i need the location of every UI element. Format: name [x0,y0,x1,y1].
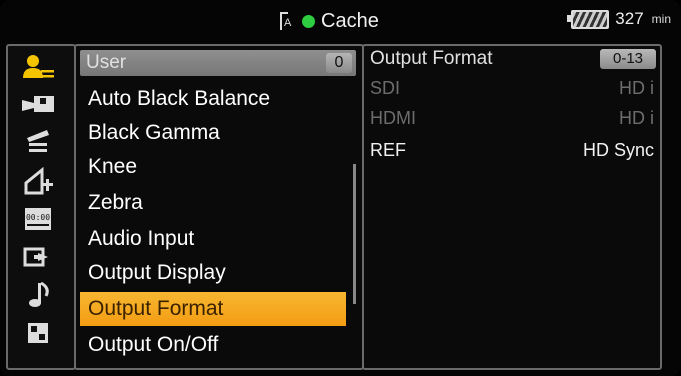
detail-row-key: HDMI [370,108,416,128]
memory-card-icon: A [280,12,296,30]
battery-status: 327 min [567,9,671,29]
detail-title: Output Format [370,48,493,69]
battery-icon [567,9,610,29]
note-icon[interactable] [18,280,58,310]
cache-indicator: A Cache [280,6,379,36]
battery-unit: min [651,12,671,26]
menu-header-number: 0 [326,53,352,73]
menu-item-auto-black-balance[interactable]: Auto Black Balance [80,82,346,116]
camera-menu-screen: A Cache 327 min 00:00 User 0 Auto Black … [0,0,681,376]
status-bar: A Cache 327 min [0,0,681,40]
detail-row-value: HD Sync [582,140,654,160]
detail-row-value: HD i [619,108,654,128]
menu-item-output-display[interactable]: Output Display [80,256,346,290]
battery-remaining: 327 [615,9,644,28]
menu-scrollbar[interactable] [353,164,356,304]
menu-item-zebra[interactable]: Zebra [80,186,346,220]
svg-text:00:00: 00:00 [26,213,50,222]
camera-icon[interactable] [18,90,58,120]
timecode-icon[interactable]: 00:00 [18,204,58,234]
user-icon[interactable] [18,52,58,82]
menu-item-knee[interactable]: Knee [80,150,346,184]
clapper-icon[interactable] [18,128,58,158]
menu-item-output-on-off[interactable]: Output On/Off [80,328,346,362]
menu-header: User 0 [80,50,356,76]
menu-list: User 0 Auto Black Balance Black Gamma Kn… [74,44,364,370]
detail-row-ref[interactable]: REF HD Sync [370,140,654,164]
detail-row-key: SDI [370,78,401,98]
category-sidebar: 00:00 [6,44,76,370]
menu-item-output-format[interactable]: Output Format [80,292,346,326]
detail-row-value: HD i [619,78,654,98]
detail-row-key: REF [370,140,406,160]
detail-range-badge: 0-13 [600,49,656,69]
cache-label: Cache [321,9,379,32]
grid-icon[interactable] [18,318,58,348]
detail-panel: Output Format 0-13 SDI HD i HDMI HD i RE… [362,44,662,370]
menu-header-label: User [86,52,127,73]
menu-item-audio-input[interactable]: Audio Input [80,222,346,256]
detail-row-hdmi: HDMI HD i [370,108,654,132]
detail-row-sdi: SDI HD i [370,78,654,102]
cache-status-dot-icon [302,14,315,28]
menu-item-black-gamma[interactable]: Black Gamma [80,116,346,150]
ramp-icon[interactable] [18,166,58,196]
output-icon[interactable] [18,242,58,272]
